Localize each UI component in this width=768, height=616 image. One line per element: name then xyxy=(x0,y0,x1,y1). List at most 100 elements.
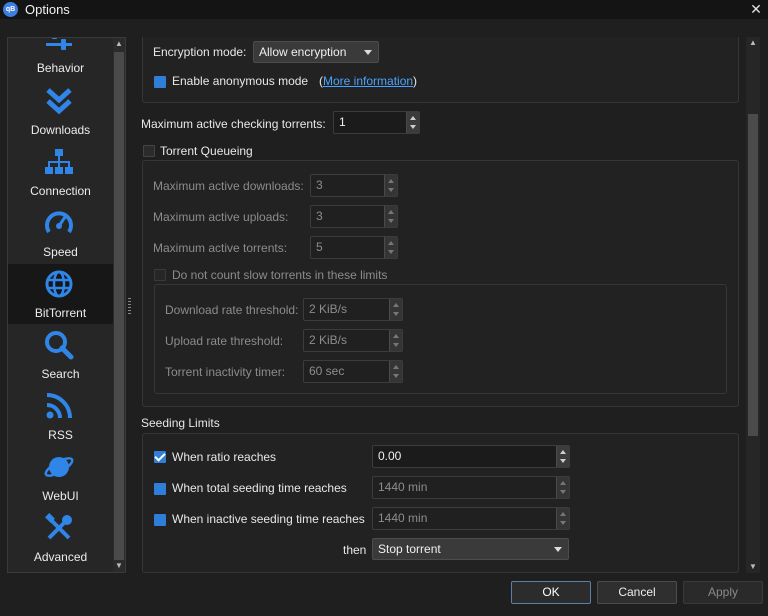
scroll-up-arrow-icon[interactable]: ▲ xyxy=(746,37,760,49)
spin-up-icon[interactable] xyxy=(560,450,566,454)
spin-down-icon[interactable] xyxy=(560,490,566,494)
spin-up-icon[interactable] xyxy=(393,303,399,307)
encryption-mode-select[interactable]: Allow encryption xyxy=(253,41,379,63)
scroll-down-arrow-icon[interactable]: ▼ xyxy=(746,561,760,573)
inactive-seeding-time-spinbox[interactable]: 1440 min xyxy=(372,507,570,530)
sidebar-item-behavior[interactable]: Behavior xyxy=(8,38,113,79)
spin-down-icon[interactable] xyxy=(388,250,394,254)
network-icon xyxy=(45,149,73,174)
spinbox-value: 3 xyxy=(316,209,323,223)
sidebar-scroll-thumb[interactable] xyxy=(114,52,124,560)
options-sidebar: Behavior Downloads Connection Speed BitT… xyxy=(7,37,126,573)
sidebar-item-label: WebUI xyxy=(42,489,79,503)
inactive-seeding-time-label: When inactive seeding time reaches xyxy=(172,512,365,526)
spinbox-buttons[interactable] xyxy=(556,446,569,467)
apply-button[interactable]: Apply xyxy=(683,581,763,604)
spinbox-buttons[interactable] xyxy=(384,175,397,196)
spin-down-icon[interactable] xyxy=(410,125,416,129)
spinbox-buttons[interactable] xyxy=(384,206,397,227)
spin-up-icon[interactable] xyxy=(388,179,394,183)
spinbox-buttons[interactable] xyxy=(406,112,419,133)
torrent-queueing-checkbox[interactable] xyxy=(143,145,155,157)
torrent-queueing-label: Torrent Queueing xyxy=(160,144,253,158)
spin-up-icon[interactable] xyxy=(388,210,394,214)
sidebar-item-label: Advanced xyxy=(33,550,88,564)
max-checking-torrents-spinbox[interactable]: 1 xyxy=(333,111,420,134)
slow-torrents-label: Do not count slow torrents in these limi… xyxy=(172,268,388,282)
anonymous-mode-label: Enable anonymous mode xyxy=(172,74,309,88)
sidebar-item-label: Downloads xyxy=(30,123,91,137)
seeding-limits-title: Seeding Limits xyxy=(141,416,220,430)
sliders-icon xyxy=(46,38,72,50)
spin-up-icon[interactable] xyxy=(560,512,566,516)
content-scrollbar[interactable]: ▲ ▼ xyxy=(746,37,760,573)
max-active-uploads-spinbox[interactable]: 3 xyxy=(310,205,398,228)
total-seeding-time-checkbox[interactable] xyxy=(154,483,166,495)
anonymous-mode-checkbox[interactable] xyxy=(154,76,166,88)
ratio-limit-label: When ratio reaches xyxy=(172,450,277,464)
total-seeding-time-spinbox[interactable]: 1440 min xyxy=(372,476,570,499)
max-active-downloads-label: Maximum active downloads: xyxy=(153,179,304,193)
sidebar-item-speed[interactable]: Speed xyxy=(8,203,113,263)
torrent-inactivity-timer-spinbox[interactable]: 60 sec xyxy=(303,360,403,383)
globe-icon xyxy=(45,270,73,298)
sidebar-item-search[interactable]: Search xyxy=(8,325,113,385)
spinbox-buttons[interactable] xyxy=(389,299,402,320)
content-scroll-thumb[interactable] xyxy=(748,114,758,436)
spinbox-buttons[interactable] xyxy=(556,477,569,498)
chevron-down-icon xyxy=(364,50,372,55)
qbittorrent-app-icon: qB xyxy=(3,2,18,17)
scroll-up-arrow-icon[interactable]: ▲ xyxy=(113,38,125,50)
sidebar-item-label: Connection xyxy=(30,184,91,198)
spin-down-icon[interactable] xyxy=(393,312,399,316)
ratio-limit-checkbox[interactable] xyxy=(154,451,166,463)
download-rate-threshold-label: Download rate threshold: xyxy=(165,303,299,317)
close-window-button[interactable]: ✕ xyxy=(748,0,764,19)
download-rate-threshold-spinbox[interactable]: 2 KiB/s xyxy=(303,298,403,321)
scroll-down-arrow-icon[interactable]: ▼ xyxy=(113,560,125,572)
encryption-mode-value: Allow encryption xyxy=(259,45,347,59)
spin-up-icon[interactable] xyxy=(560,481,566,485)
more-information-link[interactable]: More information xyxy=(323,74,413,88)
spin-up-icon[interactable] xyxy=(410,116,416,120)
sidebar-item-bittorrent[interactable]: BitTorrent xyxy=(8,264,113,324)
spin-down-icon[interactable] xyxy=(560,459,566,463)
spinbox-value: 1 xyxy=(339,115,346,129)
bittorrent-settings-panel: Encryption mode: Allow encryption Enable… xyxy=(135,37,762,573)
planet-icon xyxy=(44,457,74,477)
spin-down-icon[interactable] xyxy=(388,219,394,223)
spin-up-icon[interactable] xyxy=(393,334,399,338)
max-active-downloads-spinbox[interactable]: 3 xyxy=(310,174,398,197)
sidebar-item-rss[interactable]: RSS xyxy=(8,386,113,446)
spinbox-buttons[interactable] xyxy=(389,330,402,351)
sidebar-item-downloads[interactable]: Downloads xyxy=(8,81,113,141)
spin-up-icon[interactable] xyxy=(393,365,399,369)
spin-up-icon[interactable] xyxy=(388,241,394,245)
ok-button[interactable]: OK xyxy=(511,581,591,604)
ratio-limit-spinbox[interactable]: 0.00 xyxy=(372,445,570,468)
spinbox-value: 0.00 xyxy=(378,449,402,463)
splitter-handle[interactable] xyxy=(128,298,131,316)
max-checking-torrents-label: Maximum active checking torrents: xyxy=(141,117,326,131)
sidebar-item-connection[interactable]: Connection xyxy=(8,142,113,202)
upload-rate-threshold-spinbox[interactable]: 2 KiB/s xyxy=(303,329,403,352)
spinbox-buttons[interactable] xyxy=(556,508,569,529)
spinbox-buttons[interactable] xyxy=(384,237,397,258)
spin-down-icon[interactable] xyxy=(393,343,399,347)
max-active-torrents-spinbox[interactable]: 5 xyxy=(310,236,398,259)
seeding-action-select[interactable]: Stop torrent xyxy=(372,538,569,560)
sidebar-item-advanced[interactable]: Advanced xyxy=(8,508,113,568)
sidebar-scrollbar[interactable]: ▲ ▼ xyxy=(113,38,125,572)
cancel-button[interactable]: Cancel xyxy=(597,581,677,604)
magnifier-icon xyxy=(45,331,74,360)
sidebar-item-webui[interactable]: WebUI xyxy=(8,447,113,507)
slow-torrents-checkbox[interactable] xyxy=(154,269,166,281)
spin-down-icon[interactable] xyxy=(393,374,399,378)
spin-down-icon[interactable] xyxy=(560,521,566,525)
spinbox-value: 1440 min xyxy=(378,511,428,525)
sidebar-item-label: RSS xyxy=(48,428,73,442)
sidebar-item-label: Search xyxy=(41,367,80,381)
spin-down-icon[interactable] xyxy=(388,188,394,192)
inactive-seeding-time-checkbox[interactable] xyxy=(154,514,166,526)
spinbox-buttons[interactable] xyxy=(389,361,402,382)
